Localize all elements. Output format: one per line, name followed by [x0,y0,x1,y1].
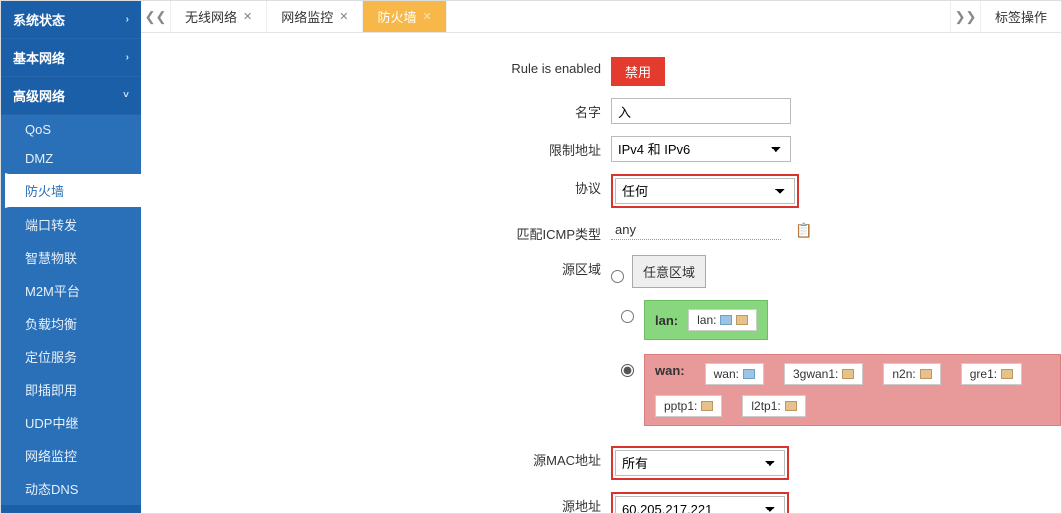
tab-netmon[interactable]: 网络监控✕ [267,1,363,32]
rule-enabled-label: Rule is enabled [141,57,611,76]
tab-actions[interactable]: 标签操作 [980,1,1061,32]
iface-icon [1001,369,1013,379]
zone-lan: lan: lan: [644,300,768,340]
tab-wireless[interactable]: 无线网络✕ [171,1,267,32]
zone-wan-radio[interactable] [621,364,634,377]
chevron-right-icon: › [126,52,129,63]
tabs-scroll-left[interactable]: ❮❮ [141,1,171,32]
sidebar-item-udprelay[interactable]: UDP中继 [1,406,141,439]
proto-select[interactable]: 任何 [615,178,795,204]
src-ip-select[interactable]: 60.205.217.221 [615,496,785,513]
sidebar-item-loadbal[interactable]: 负载均衡 [1,307,141,340]
zone-any-radio[interactable] [611,270,624,283]
name-label: 名字 [141,98,611,121]
icmp-label: 匹配ICMP类型 [141,220,611,243]
highlight-protocol: 任何 [611,174,799,208]
add-note-icon[interactable]: 📋 [795,222,812,239]
sidebar-item-upnp[interactable]: 即插即用 [1,373,141,406]
zone-any-chip: 任意区域 [632,255,706,288]
highlight-src-mac: 所有 [611,446,789,480]
iface-wan: wan: [705,363,764,385]
sidebar: 系统状态› 基本网络› 高级网络˅ QoS DMZ 防火墙 端口转发 智慧物联 … [1,1,141,513]
restrict-select[interactable]: IPv4 和 IPv6 [611,136,791,162]
sidebar-group-status[interactable]: 系统状态› [1,1,141,39]
sidebar-sub-adv-net: QoS DMZ 防火墙 端口转发 智慧物联 M2M平台 负载均衡 定位服务 即插… [1,115,141,505]
close-icon[interactable]: ✕ [422,10,431,23]
iface-pptp1: pptp1: [655,395,722,417]
zone-lan-label: lan: [655,313,678,328]
firewall-rule-form: Rule is enabled 禁用 名字 限制地址 IPv4 和 IPv6 [141,33,1061,513]
sidebar-item-dmz[interactable]: DMZ [1,144,141,173]
iface-icon [743,369,755,379]
src-mac-select[interactable]: 所有 [615,450,785,476]
icmp-value[interactable]: any [611,220,781,240]
iface-3gwan1: 3gwan1: [784,363,863,385]
tabs-scroll-right[interactable]: ❯❯ [950,1,980,32]
iface-icon [785,401,797,411]
sidebar-item-portfwd[interactable]: 端口转发 [1,208,141,241]
iface-icon [842,369,854,379]
src-zone-label: 源区域 [141,255,611,278]
sidebar-item-netmon[interactable]: 网络监控 [1,439,141,472]
disable-button[interactable]: 禁用 [611,57,665,86]
sidebar-item-iot[interactable]: 智慧物联 [1,241,141,274]
iface-l2tp1: l2tp1: [742,395,805,417]
iface-icon [720,315,732,325]
iface-gre1: gre1: [961,363,1022,385]
sidebar-item-firewall[interactable]: 防火墙 [5,173,141,208]
chevron-right-icon: › [126,14,129,25]
name-input[interactable] [611,98,791,124]
iface-icon [736,315,748,325]
sidebar-group-vpn[interactable]: 虚拟专网› [1,505,141,513]
proto-label: 协议 [141,174,611,197]
iface-lan: lan: [688,309,757,331]
iface-n2n: n2n: [883,363,940,385]
zone-lan-radio[interactable] [621,310,634,323]
zone-wan-label: wan: [655,363,685,385]
close-icon[interactable]: ✕ [339,10,348,23]
sidebar-item-ddns[interactable]: 动态DNS [1,472,141,505]
sidebar-item-m2m[interactable]: M2M平台 [1,274,141,307]
restrict-label: 限制地址 [141,136,611,159]
src-mac-label: 源MAC地址 [141,446,611,469]
sidebar-item-location[interactable]: 定位服务 [1,340,141,373]
iface-icon [701,401,713,411]
sidebar-group-basic-net[interactable]: 基本网络› [1,39,141,77]
src-ip-label: 源地址 [141,492,611,513]
iface-icon [920,369,932,379]
tab-firewall[interactable]: 防火墙✕ [363,1,446,32]
chevron-down-icon: ˅ [123,90,129,101]
highlight-src-ip: 60.205.217.221 [611,492,789,513]
close-icon[interactable]: ✕ [243,10,252,23]
sidebar-item-qos[interactable]: QoS [1,115,141,144]
sidebar-group-adv-net[interactable]: 高级网络˅ [1,77,141,115]
zone-wan: wan: wan: 3gwan1: n2n: gre1: pptp1: l2tp… [644,354,1061,426]
tab-bar: ❮❮ 无线网络✕ 网络监控✕ 防火墙✕ ❯❯ 标签操作 [141,1,1061,33]
